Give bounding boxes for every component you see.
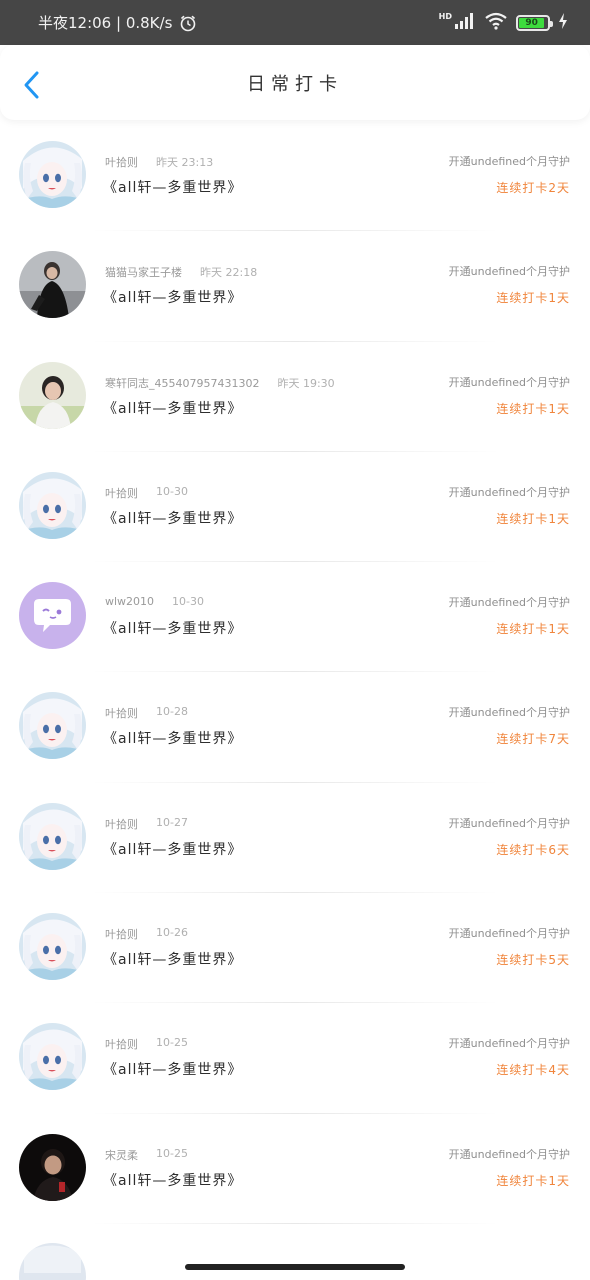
checkin-time: 10-26	[156, 926, 188, 940]
username[interactable]: 寒轩同志_455407957431302	[105, 375, 259, 391]
book-title[interactable]: 《all轩—多重世界》	[103, 177, 242, 197]
checkin-page: 半夜12:06 | 0.8K/s HD 90 日常打卡 叶拾则 昨天 23:13…	[0, 0, 590, 1280]
guard-status: 开通undefined个月守护	[448, 1037, 570, 1051]
status-right: HD 90	[439, 12, 568, 34]
checkin-record[interactable]: 叶拾则 10-27 《all轩—多重世界》 开通undefined个月守护连续打卡6天	[0, 783, 590, 894]
guard-status: 开通undefined个月守护	[448, 375, 570, 389]
page-title: 日常打卡	[247, 73, 343, 95]
record-meta: 叶拾则 昨天 23:13	[105, 154, 213, 170]
book-title[interactable]: 《all轩—多重世界》	[103, 728, 242, 748]
guard-status: 开通undefined个月守护	[448, 155, 570, 168]
book-title[interactable]: 《all轩—多重世界》	[103, 398, 242, 418]
checkin-record[interactable]: wlw2010 10-30 《all轩—多重世界》 开通undefined个月守护连续…	[0, 562, 590, 673]
book-title[interactable]: 《all轩—多重世界》	[103, 839, 242, 859]
record-meta: 叶拾则 10-30	[105, 485, 188, 501]
record-meta: 寒轩同志_455407957431302 昨天 19:30	[105, 375, 335, 391]
checkin-record[interactable]: 猫猫马家王子楼 昨天 22:18 《all轩—多重世界》 开通undefined个月守…	[0, 231, 590, 342]
checkin-time: 10-28	[156, 705, 188, 719]
checkin-streak: 连续打卡4天	[496, 1063, 570, 1078]
checkin-time: 昨天 22:18	[200, 266, 258, 280]
anime-girl-avatar[interactable]	[19, 141, 86, 208]
home-indicator[interactable]	[185, 1264, 405, 1270]
status-left: 半夜12:06 | 0.8K/s	[38, 12, 197, 33]
checkin-record[interactable]: 叶拾则 昨天 23:13 《all轩—多重世界》 开通undefined个月守护连续打…	[0, 121, 590, 232]
checkin-streak: 连续打卡5天	[496, 953, 570, 968]
alarm-clock-icon	[179, 14, 197, 32]
record-meta: 叶拾则 10-28	[105, 705, 188, 721]
guard-status: 开通undefined个月守护	[448, 706, 570, 720]
hd-badge: HD	[438, 12, 452, 21]
username[interactable]: 叶拾则	[105, 154, 138, 170]
checkin-time: 10-27	[156, 815, 188, 829]
checkin-streak: 连续打卡7天	[496, 732, 570, 747]
book-title[interactable]: 《all轩—多重世界》	[103, 1170, 242, 1190]
username[interactable]: 叶拾则	[105, 485, 138, 501]
record-meta: 叶拾则 10-26	[105, 926, 188, 942]
anime-girl-avatar[interactable]	[19, 692, 86, 760]
username[interactable]: wlw2010	[105, 595, 154, 608]
avatar[interactable]	[19, 1243, 86, 1280]
record-meta: 宋灵柔 10-25	[105, 1147, 188, 1163]
record-meta: 叶拾则 10-25	[105, 1036, 188, 1052]
checkin-record[interactable]: 寒轩同志_455407957431302 昨天 19:30 《all轩—多重世界》 开…	[0, 342, 590, 453]
checkin-time: 昨天 19:30	[277, 376, 335, 390]
username[interactable]: 叶拾则	[105, 1036, 138, 1052]
guard-status: 开通undefined个月守护	[448, 596, 570, 610]
checkin-streak: 连续打卡1天	[496, 1173, 570, 1188]
status-bar: 半夜12:06 | 0.8K/s HD 90	[0, 0, 590, 45]
chevron-left-icon	[24, 71, 39, 99]
guard-status: 开通undefined个月守护	[448, 265, 570, 279]
checkin-streak: 连续打卡1天	[496, 291, 570, 306]
wifi-icon	[484, 12, 508, 34]
battery-level: 90	[519, 17, 545, 28]
person-dark-avatar[interactable]	[19, 1133, 86, 1201]
guard-status: 开通undefined个月守护	[448, 1147, 570, 1161]
checkin-record[interactable]: 叶拾则 10-28 《all轩—多重世界》 开通undefined个月守护连续打卡7天	[0, 672, 590, 784]
book-title[interactable]: 《all轩—多重世界》	[103, 508, 242, 528]
book-title[interactable]: 《all轩—多重世界》	[103, 287, 242, 307]
username[interactable]: 叶拾则	[105, 926, 138, 942]
record-meta: 叶拾则 10-27	[105, 816, 188, 832]
checkin-time: 10-25	[156, 1146, 188, 1160]
charging-icon	[558, 12, 568, 34]
username[interactable]: 猫猫马家王子楼	[105, 264, 182, 280]
guard-status: 开通undefined个月守护	[448, 816, 570, 830]
checkin-record-list: 叶拾则 昨天 23:13 《all轩—多重世界》 开通undefined个月守护 连续打…	[0, 121, 590, 1225]
person-outdoor-avatar[interactable]	[19, 361, 86, 429]
chat-bubble-avatar[interactable]	[19, 582, 86, 650]
checkin-streak: 连续打卡6天	[496, 842, 570, 857]
checkin-record[interactable]: 叶拾则 10-30 《all轩—多重世界》 开通undefined个月守护连续打卡1天	[0, 452, 590, 563]
book-title[interactable]: 《all轩—多重世界》	[103, 1059, 242, 1079]
book-title[interactable]: 《all轩—多重世界》	[103, 949, 242, 969]
book-title[interactable]: 《all轩—多重世界》	[103, 618, 242, 638]
status-time-speed: 半夜12:06 | 0.8K/s	[38, 14, 173, 32]
anime-girl-avatar[interactable]	[19, 913, 86, 981]
checkin-streak: 连续打卡1天	[496, 511, 570, 526]
guard-status: 开通undefined个月守护	[448, 927, 570, 941]
checkin-streak: 连续打卡2天	[496, 181, 570, 195]
username[interactable]: 宋灵柔	[105, 1147, 138, 1163]
guard-status: 开通undefined个月守护	[448, 485, 570, 499]
back-button[interactable]	[14, 67, 50, 103]
battery-icon: 90	[516, 14, 553, 31]
anime-girl-avatar[interactable]	[19, 1023, 86, 1091]
record-meta: 猫猫马家王子楼 昨天 22:18	[105, 264, 257, 280]
checkin-time: 10-30	[172, 595, 205, 609]
anime-girl-avatar[interactable]	[19, 802, 86, 870]
checkin-time: 10-25	[156, 1036, 188, 1050]
checkin-time: 昨天 23:13	[156, 156, 214, 169]
anime-girl-avatar[interactable]	[19, 471, 86, 539]
checkin-record[interactable]: 叶拾则 10-26 《all轩—多重世界》 开通undefined个月守护连续打卡5天	[0, 893, 590, 1004]
checkin-record[interactable]: 叶拾则 10-25 《all轩—多重世界》 开通undefined个月守护连续打卡4天	[0, 1003, 590, 1114]
checkin-streak: 连续打卡1天	[496, 401, 570, 416]
checkin-streak: 连续打卡1天	[496, 622, 570, 637]
username[interactable]: 叶拾则	[105, 705, 138, 721]
header: 日常打卡	[0, 45, 590, 120]
record-meta: wlw2010 10-30	[105, 595, 204, 608]
checkin-record[interactable]: 宋灵柔 10-25 《all轩—多重世界》 开通undefined个月守护连续打卡1天	[0, 1114, 590, 1225]
signal-icon	[454, 12, 476, 34]
person-black-avatar[interactable]	[19, 251, 86, 319]
checkin-time: 10-30	[156, 484, 188, 498]
username[interactable]: 叶拾则	[105, 816, 138, 832]
